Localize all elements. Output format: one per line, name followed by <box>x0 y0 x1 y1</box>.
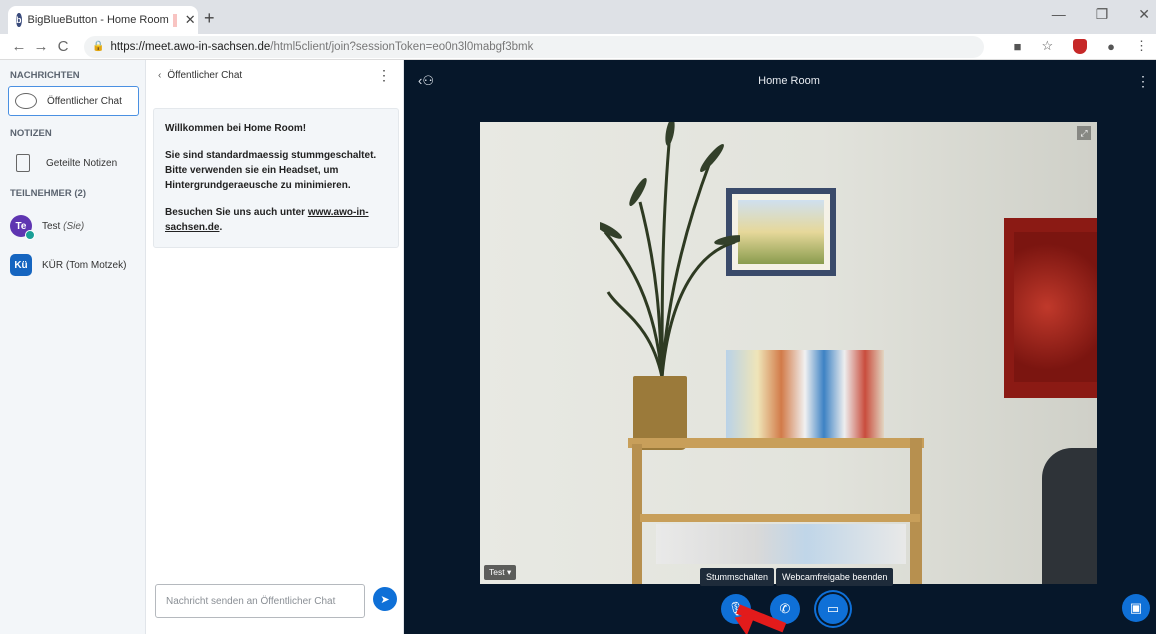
chat-panel: ‹ Öffentlicher Chat ⋮ Willkommen bei Hom… <box>146 60 404 634</box>
room-title: Home Room <box>758 75 820 87</box>
reload-icon[interactable]: C <box>52 38 74 55</box>
user-list-item[interactable]: Kü KÜR (Tom Motzek) <box>0 246 145 284</box>
webcam-user-label[interactable]: Test ▾ <box>484 565 517 580</box>
user-name: Test (Sie) <box>42 221 84 232</box>
participants-section-title: TEILNEHMER (2) <box>10 187 86 199</box>
shelf-side-right <box>910 438 922 584</box>
video-camera-icon: ▭ <box>826 601 840 616</box>
chat-options-icon[interactable]: ⋮ <box>377 67 391 84</box>
shelf-top <box>628 438 924 448</box>
welcome-suffix: ! <box>302 123 307 134</box>
url-host: https://meet.awo-in-sachsen.de <box>110 40 271 53</box>
public-chat-label: Öffentlicher Chat <box>47 95 122 107</box>
url-field[interactable]: 🔒 https://meet.awo-in-sachsen.de/html5cl… <box>84 35 984 58</box>
notes-icon <box>16 154 30 172</box>
bbb-app: NACHRICHTEN Öffentlicher Chat NOTIZEN Ge… <box>0 60 1156 634</box>
extension-shield-icon[interactable] <box>1073 38 1088 54</box>
chat-message-input[interactable]: Nachricht senden an Öffentlicher Chat <box>155 584 365 618</box>
lower-brochures <box>656 524 906 564</box>
public-chat-item[interactable]: Öffentlicher Chat <box>8 86 139 116</box>
minimize-icon[interactable]: — <box>1052 6 1066 23</box>
restore-icon[interactable]: ❐ <box>1096 6 1109 23</box>
send-message-button[interactable]: ➤ <box>373 587 397 611</box>
welcome-message: Willkommen bei Home Room! Sie sind stand… <box>153 108 399 248</box>
back-icon[interactable]: ← <box>8 38 30 55</box>
user-you-suffix: (Sie) <box>63 220 85 232</box>
shared-notes-item[interactable]: Geteilte Notizen <box>0 144 145 182</box>
browser-tab[interactable]: b BigBlueButton - Home Room ✕ <box>8 6 198 34</box>
avatar-initials: Kü <box>14 259 28 271</box>
chat-header: ‹ Öffentlicher Chat ⋮ <box>146 60 403 90</box>
welcome-prefix: Willkommen bei <box>165 123 244 134</box>
fullscreen-icon[interactable]: ⤢ <box>1077 126 1091 140</box>
profile-icon[interactable]: ● <box>1107 39 1115 54</box>
tab-title: BigBlueButton - Home Room <box>27 14 169 26</box>
webcam-user-name: Test <box>489 567 505 577</box>
plant <box>600 122 740 378</box>
webcam-tooltip: Webcamfreigabe beenden <box>776 568 894 586</box>
welcome-mute-notice: Sie sind standardmaessig stummgeschaltet… <box>165 150 377 191</box>
options-menu-icon[interactable]: ⋮ <box>1136 73 1150 90</box>
chair <box>1042 448 1097 584</box>
user-name: KÜR (Tom Motzek) <box>42 259 127 271</box>
webcam-button[interactable]: ▭ <box>818 594 848 624</box>
presentation-toggle-button[interactable]: ▣ <box>1122 594 1150 622</box>
user-list-panel: NACHRICHTEN Öffentlicher Chat NOTIZEN Ge… <box>0 60 146 634</box>
close-window-icon[interactable]: ✕ <box>1138 6 1150 23</box>
window-controls: — ❐ ✕ <box>1052 6 1150 23</box>
tooltips: Stummschalten Webcamfreigabe beenden <box>700 568 894 586</box>
user-name-text: Test <box>42 220 61 232</box>
avatar: Te <box>10 215 35 240</box>
forward-icon[interactable]: → <box>30 38 52 55</box>
browser-actions: ■ ☆ ● ⋮ <box>1014 38 1148 54</box>
welcome-visit-prefix: Besuchen Sie uns auch unter <box>165 207 308 218</box>
lock-icon: 🔒 <box>92 41 105 52</box>
bigbluebutton-icon: b <box>16 13 22 27</box>
chevron-left-icon[interactable]: ‹ <box>158 70 161 81</box>
shelf-middle <box>640 514 920 522</box>
messages-section-title: NACHRICHTEN <box>10 69 80 81</box>
avatar: Kü <box>10 254 32 276</box>
landscape-picture <box>726 188 836 276</box>
chat-title[interactable]: Öffentlicher Chat <box>167 70 242 81</box>
shared-notes-label: Geteilte Notizen <box>46 157 118 169</box>
brochure-rack <box>726 350 884 440</box>
browser-menu-icon[interactable]: ⋮ <box>1135 38 1148 54</box>
url-path: /html5client/join?sessionToken=eo0n3l0ma… <box>270 40 534 53</box>
browser-address-bar: ← → C 🔒 https://meet.awo-in-sachsen.de/h… <box>0 34 1156 60</box>
browser-tab-bar: b BigBlueButton - Home Room ✕ + — ❐ ✕ <box>0 0 1156 34</box>
chat-icon <box>15 93 37 109</box>
avatar-initials: Te <box>15 220 27 232</box>
webcam-video: ⤢ Test ▾ <box>480 122 1097 584</box>
welcome-room-name: Home Room <box>243 123 303 134</box>
phone-icon: ✆ <box>779 601 791 616</box>
media-area: ‹⚇ Home Room ⋮ ⤢ Test ▾ Stummschalten We… <box>404 60 1156 634</box>
bookmark-star-icon[interactable]: ☆ <box>1041 38 1053 54</box>
notes-section-title: NOTIZEN <box>10 127 52 139</box>
moderator-badge-icon <box>25 230 35 240</box>
user-list-item[interactable]: Te Test (Sie) <box>0 206 145 246</box>
send-icon: ➤ <box>380 593 390 606</box>
welcome-visit-suffix: . <box>219 222 223 233</box>
mute-tooltip: Stummschalten <box>700 568 775 586</box>
red-painting-art <box>1014 232 1097 382</box>
new-tab-icon[interactable]: + <box>204 8 215 29</box>
tab-close-icon[interactable]: ✕ <box>185 12 196 28</box>
presentation-icon: ▣ <box>1129 600 1143 615</box>
camera-indicator-icon[interactable]: ■ <box>1014 39 1022 54</box>
